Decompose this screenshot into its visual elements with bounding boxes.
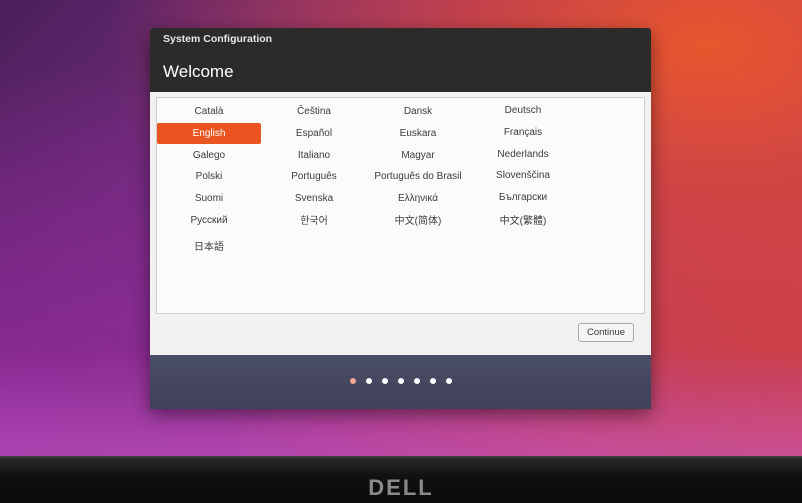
progress-dot <box>429 378 436 384</box>
progress-dot <box>397 378 404 384</box>
progress-dot <box>413 378 420 384</box>
language-option[interactable]: Nederlands <box>471 144 575 165</box>
language-option[interactable]: 中文(简体) <box>366 211 470 232</box>
progress-dots <box>150 378 651 384</box>
language-option[interactable]: Čeština <box>262 101 366 122</box>
titlebar: System Configuration Welcome <box>150 28 651 92</box>
setup-dialog: System Configuration Welcome Català Češt… <box>150 28 651 409</box>
language-option[interactable]: Galego <box>157 145 261 166</box>
dell-logo: DELL <box>368 475 434 500</box>
progress-dot <box>381 378 388 384</box>
monitor-bezel: DELL <box>0 456 802 503</box>
language-option[interactable]: Italiano <box>262 145 366 166</box>
language-option[interactable]: Português <box>262 166 366 187</box>
language-option[interactable]: Български <box>471 187 575 208</box>
content-area: Català Čeština Dansk Deutsch English Esp… <box>150 92 651 355</box>
language-option-selected[interactable]: English <box>157 123 261 144</box>
language-option[interactable]: 中文(繁體) <box>471 211 575 232</box>
language-option[interactable]: Euskara <box>366 123 470 144</box>
language-option[interactable]: 한국어 <box>262 211 366 232</box>
progress-dot <box>365 378 372 384</box>
language-option[interactable]: Suomi <box>157 188 261 209</box>
continue-button[interactable]: Continue <box>578 323 634 342</box>
language-option[interactable]: Français <box>471 122 575 143</box>
language-option[interactable]: Slovenščina <box>471 165 575 186</box>
progress-dot <box>445 378 452 384</box>
language-list: Català Čeština Dansk Deutsch English Esp… <box>156 97 645 314</box>
language-option[interactable]: Ελληνικά <box>366 188 470 209</box>
language-option[interactable]: Polski <box>157 166 261 187</box>
language-option[interactable]: Svenska <box>262 188 366 209</box>
language-option[interactable]: 日本語 <box>157 237 261 258</box>
language-option[interactable]: Català <box>157 101 261 122</box>
window-title: System Configuration <box>163 33 273 45</box>
language-option[interactable]: Español <box>262 123 366 144</box>
language-option[interactable]: Magyar <box>366 145 470 166</box>
language-option[interactable]: Deutsch <box>471 100 575 121</box>
language-option[interactable]: Dansk <box>366 101 470 122</box>
language-option[interactable]: Русский <box>157 210 261 231</box>
page-heading: Welcome <box>163 62 234 81</box>
progress-dot-current <box>349 378 356 384</box>
language-option[interactable]: Português do Brasil <box>366 166 470 187</box>
progress-footer <box>150 355 651 409</box>
